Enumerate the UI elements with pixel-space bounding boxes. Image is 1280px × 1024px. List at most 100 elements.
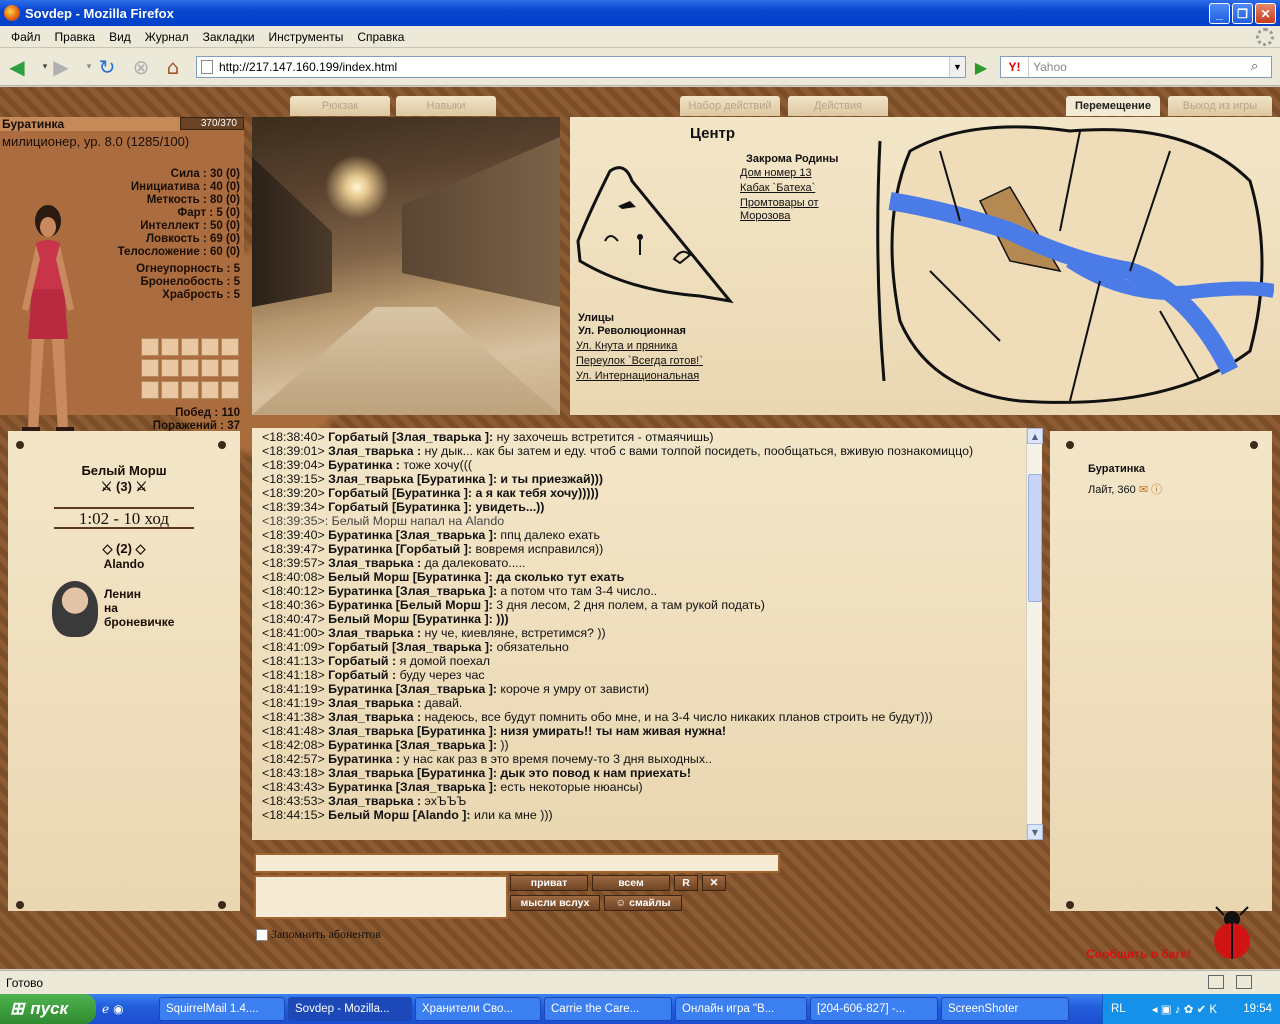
home-icon[interactable]: ⌂ [160, 54, 186, 80]
chat-message-input[interactable] [254, 875, 508, 919]
ie-icon[interactable]: ℯ [102, 1002, 109, 1016]
clear-icon[interactable]: ✕ [702, 875, 726, 891]
chat-author[interactable]: Буратинка [Злая_тварька ]: [328, 528, 497, 542]
building-link[interactable]: Промтовары от [740, 197, 819, 210]
chat-author[interactable]: Злая_тварька : [328, 444, 421, 458]
chat-log[interactable]: <18:38:40> Горбатый [Злая_тварька ]: ну … [252, 428, 1026, 840]
chat-author[interactable]: Злая_тварька : [328, 556, 421, 570]
street-link[interactable]: Переулок `Всегда готов!` [576, 354, 703, 369]
opponent-name[interactable]: Белый Морш [54, 463, 194, 478]
chat-author[interactable]: Злая_тварька : [328, 794, 421, 808]
status-popup-icon[interactable] [1236, 975, 1252, 989]
inventory-slot[interactable] [221, 380, 239, 399]
chat-author[interactable]: Буратинка : [328, 458, 400, 472]
chat-author[interactable]: Злая_тварька [Буратинка ]: [328, 724, 497, 738]
back-arrow-icon[interactable]: ◀ [4, 54, 30, 80]
chat-author[interactable]: Злая_тварька : [328, 710, 421, 724]
bug-report-link[interactable]: Сообщить о баге! [1086, 947, 1191, 961]
chat-author[interactable]: Горбатый [Буратинка ]: [328, 486, 472, 500]
building-link[interactable]: Кабак `Батеха` [740, 182, 819, 195]
taskbar-item[interactable]: SquirrelMail 1.4.... [159, 997, 285, 1021]
chat-author[interactable]: Белый Морш [Буратинка ]: [328, 570, 493, 584]
minimize-button[interactable]: _ [1209, 3, 1230, 24]
menu-file[interactable]: Файл [4, 30, 48, 44]
tab-backpack[interactable]: Рюкзак [290, 96, 390, 116]
forward-arrow-icon[interactable]: ▶ [48, 54, 74, 80]
opera-icon[interactable]: ◉ [113, 1002, 123, 1016]
tab-actions[interactable]: Действия [788, 96, 888, 116]
taskbar-item[interactable]: [204-606-827] -... [810, 997, 938, 1021]
taskbar-item[interactable]: Carrie the Care... [544, 997, 672, 1021]
chat-author[interactable]: Буратинка [Злая_тварька ]: [328, 584, 497, 598]
inventory-slot[interactable] [141, 359, 159, 378]
chat-author[interactable]: Горбатый [Злая_тварька ]: [328, 430, 493, 444]
character-name[interactable]: Буратинка [0, 117, 180, 131]
district-map[interactable] [570, 151, 750, 311]
menu-history[interactable]: Журнал [138, 30, 196, 44]
maximize-button[interactable]: ❐ [1232, 3, 1253, 24]
tab-skills[interactable]: Навыки [396, 96, 496, 116]
inventory-slot[interactable] [181, 359, 199, 378]
inventory-slot[interactable] [141, 338, 159, 356]
private-button[interactable]: приват [510, 875, 588, 891]
taskbar-item[interactable]: Sovdep - Mozilla... [288, 997, 412, 1021]
chat-author[interactable]: Горбатый : [328, 668, 396, 682]
menu-tools[interactable]: Инструменты [262, 30, 351, 44]
chat-author[interactable]: Буратинка : [328, 752, 400, 766]
taskbar-item[interactable]: ScreenShoter [941, 997, 1069, 1021]
chat-author[interactable]: Злая_тварька [Буратинка ]: [328, 472, 497, 486]
chat-author[interactable]: Горбатый [Злая_тварька ]: [328, 640, 493, 654]
inventory-slot[interactable] [141, 380, 159, 399]
start-button[interactable]: ⊞ пуск [0, 994, 96, 1024]
inventory-slot[interactable] [221, 338, 239, 356]
chat-author[interactable]: Злая_тварька : [328, 626, 421, 640]
chat-author[interactable]: Горбатый : [328, 654, 396, 668]
city-map[interactable] [870, 121, 1274, 411]
chat-scrollbar[interactable]: ▲ ▼ [1026, 428, 1043, 840]
info-icon[interactable]: ⓘ [1151, 484, 1162, 496]
search-icon[interactable]: ⌕ [1251, 58, 1269, 76]
smiles-button[interactable]: ☺ смайлы [604, 895, 682, 911]
chat-author[interactable]: Буратинка [Злая_тварька ]: [328, 780, 497, 794]
chat-author[interactable]: Буратинка [Горбатый ]: [328, 542, 472, 556]
translit-icon[interactable]: R [674, 875, 698, 891]
building-link[interactable]: Дом номер 13 [740, 167, 819, 180]
search-box[interactable]: Y! Yahoo ⌕ [1000, 56, 1272, 78]
chat-author[interactable]: Буратинка [Злая_тварька ]: [328, 682, 497, 696]
tab-action-set[interactable]: Набор действий [680, 96, 780, 116]
menu-view[interactable]: Вид [102, 30, 138, 44]
inventory-slot[interactable] [181, 380, 199, 399]
menu-edit[interactable]: Правка [48, 30, 103, 44]
chat-input-recipient[interactable] [254, 853, 780, 873]
inventory-slot[interactable] [181, 338, 199, 356]
inventory-slot[interactable] [201, 380, 219, 399]
building-link[interactable]: Морозова [740, 210, 819, 223]
street-link[interactable]: Ул. Интернациональная [576, 369, 703, 384]
language-indicator[interactable]: RL [1111, 1003, 1126, 1015]
inventory-slot[interactable] [221, 359, 239, 378]
url-dropdown-icon[interactable]: ▼ [949, 57, 965, 77]
inventory-slot[interactable] [161, 380, 179, 399]
inventory-slot[interactable] [201, 359, 219, 378]
mail-icon[interactable]: ✉ [1139, 484, 1148, 496]
scroll-up-arrow-icon[interactable]: ▲ [1027, 428, 1043, 444]
ally-name[interactable]: Alando [54, 557, 194, 571]
menu-bookmarks[interactable]: Закладки [196, 30, 262, 44]
scroll-thumb[interactable] [1028, 474, 1042, 602]
taskbar-item[interactable]: Онлайн игра "В... [675, 997, 807, 1021]
chat-author[interactable]: Горбатый [Буратинка ]: [328, 500, 472, 514]
chat-author[interactable]: Белый Морш [Буратинка ]: [328, 612, 493, 626]
close-button[interactable]: ✕ [1255, 3, 1276, 24]
chat-author[interactable]: Злая_тварька : [328, 696, 421, 710]
inventory-slot[interactable] [161, 359, 179, 378]
tray-icons[interactable]: ◂ ▣ ♪ ✿ ✔ K [1152, 1002, 1217, 1016]
chat-author[interactable]: Белый Морш [Alando ]: [328, 808, 470, 822]
yahoo-engine-icon[interactable]: Y! [1001, 57, 1029, 77]
menu-help[interactable]: Справка [350, 30, 411, 44]
thoughts-button[interactable]: мысли вслух [510, 895, 600, 911]
stop-icon[interactable]: ⊗ [128, 54, 154, 80]
tab-movement[interactable]: Перемещение [1066, 96, 1160, 116]
inventory-slot[interactable] [161, 338, 179, 356]
url-bar[interactable]: http://217.147.160.199/index.html ▼ [196, 56, 966, 78]
inventory-slot[interactable] [201, 338, 219, 356]
